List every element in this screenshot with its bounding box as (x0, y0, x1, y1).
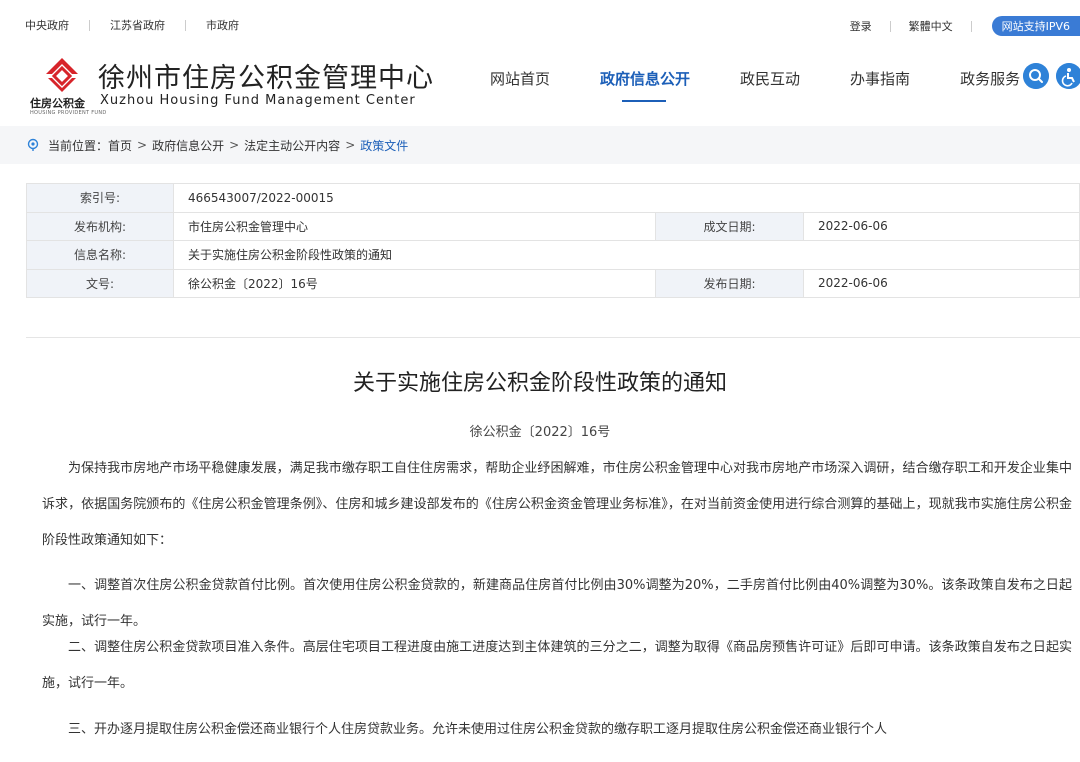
info-name-label: 信息名称: (26, 240, 174, 270)
accessibility-icon[interactable] (1056, 63, 1080, 89)
nav-services[interactable]: 政务服务 (960, 68, 1020, 89)
breadcrumb-home[interactable]: 首页 (108, 137, 132, 154)
logo-icon[interactable] (44, 56, 80, 92)
location-pin-icon (27, 138, 39, 151)
info-name-value: 关于实施住房公积金阶段性政策的通知 (173, 240, 1080, 270)
link-province-gov[interactable]: 江苏省政府 (110, 17, 165, 33)
breadcrumb-gov-info[interactable]: 政府信息公开 (152, 137, 224, 154)
traditional-chinese-link[interactable]: 繁體中文 (909, 18, 953, 34)
divider (970, 20, 972, 32)
publish-date-value: 2022-06-06 (803, 268, 1080, 298)
article-paragraph: 二、调整住房公积金贷款项目准入条件。高层住宅项目工程进度由施工进度达到主体建筑的… (42, 640, 1072, 691)
top-links: 中央政府 江苏省政府 市政府 (25, 17, 239, 33)
breadcrumb-separator: > (229, 138, 240, 152)
login-link[interactable]: 登录 (850, 18, 872, 34)
main-nav: 网站首页 政府信息公开 政民互动 办事指南 政务服务 (490, 68, 1028, 102)
divider (185, 19, 186, 31)
nav-interaction[interactable]: 政民互动 (740, 68, 800, 89)
nav-home[interactable]: 网站首页 (490, 68, 550, 89)
site-subtitle-en: Xuzhou Housing Fund Management Center (100, 93, 416, 108)
publisher-value: 市住房公积金管理中心 (173, 211, 656, 241)
index-label: 索引号: (26, 183, 174, 213)
breadcrumb-prefix: 当前位置： (48, 138, 109, 153)
table-row: 发布机构: 市住房公积金管理中心 成文日期: 2022-06-06 (26, 211, 1080, 241)
top-bar: 中央政府 江苏省政府 市政府 登录 繁體中文 网站支持IPV6 (0, 0, 1080, 50)
link-city-gov[interactable]: 市政府 (206, 17, 239, 33)
ipv6-badge: 网站支持IPV6 (991, 16, 1080, 36)
nav-guide[interactable]: 办事指南 (850, 68, 910, 89)
breadcrumb-current[interactable]: 政策文件 (360, 137, 408, 154)
table-row: 索引号: 466543007/2022-00015 (26, 183, 1080, 213)
breadcrumb-statutory[interactable]: 法定主动公开内容 (244, 137, 340, 154)
link-central-gov[interactable]: 中央政府 (25, 17, 69, 33)
logo-tagline: HOUSING PROVIDENT FUND (30, 110, 107, 116)
divider (889, 20, 891, 32)
doc-number-label: 文号: (26, 268, 174, 298)
article-paragraph: 为保持我市房地产市场平稳健康发展，满足我市缴存职工自住住房需求，帮助企业纾困解难… (42, 461, 1072, 548)
divider (89, 19, 90, 31)
article-doc-number: 徐公积金〔2022〕16号 (469, 425, 611, 440)
nav-gov-info[interactable]: 政府信息公开 (600, 68, 690, 102)
search-icon[interactable] (1023, 63, 1049, 89)
doc-number-value: 徐公积金〔2022〕16号 (173, 268, 656, 298)
article-title: 关于实施住房公积金阶段性政策的通知 (352, 371, 727, 396)
table-row: 文号: 徐公积金〔2022〕16号 发布日期: 2022-06-06 (26, 268, 1080, 298)
article-paragraph: 三、开办逐月提取住房公积金偿还商业银行个人住房贷款业务。允许未使用过住房公积金贷… (68, 722, 888, 737)
table-row: 信息名称: 关于实施住房公积金阶段性政策的通知 (26, 240, 1080, 270)
created-date-label: 成文日期: (655, 211, 804, 241)
site-header: 徐州市住房公积金管理中心 住房公积金 Xuzhou Housing Fund M… (0, 50, 1080, 126)
publish-date-label: 发布日期: (655, 268, 804, 298)
index-value: 466543007/2022-00015 (173, 183, 1080, 213)
logo-subtitle-cn: 住房公积金 (30, 97, 85, 110)
breadcrumb: 当前位置： 首页 > 政府信息公开 > 法定主动公开内容 > 政策文件 (0, 126, 1080, 164)
breadcrumb-separator: > (137, 138, 148, 152)
created-date-value: 2022-06-06 (803, 211, 1080, 241)
divider (26, 337, 1080, 338)
site-title[interactable]: 徐州市住房公积金管理中心 (98, 56, 434, 95)
document-info-table: 索引号: 466543007/2022-00015 发布机构: 市住房公积金管理… (26, 183, 1080, 298)
top-right: 登录 繁體中文 网站支持IPV6 (850, 16, 1080, 36)
publisher-label: 发布机构: (26, 211, 174, 241)
breadcrumb-separator: > (345, 138, 356, 152)
